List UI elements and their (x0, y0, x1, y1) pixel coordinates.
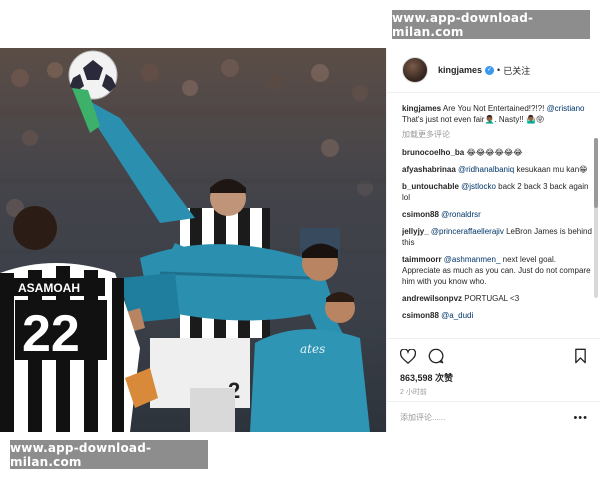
comment-username[interactable]: kingjames (402, 104, 441, 113)
comment-input[interactable] (400, 413, 574, 422)
list-item: b_untouchable @jstlocko back 2 back 3 ba… (402, 181, 592, 203)
avatar[interactable] (402, 57, 428, 83)
list-item: andrewilsonpvz PORTUGAL <3 (402, 293, 592, 304)
comment-username[interactable]: b_untouchable (402, 182, 459, 191)
bicycle-kick-illustration: 2 ates (0, 50, 386, 432)
post-photo[interactable]: 2 ates (0, 48, 386, 432)
bookmark-icon[interactable] (572, 348, 588, 364)
add-comment-bar: ••• (387, 401, 600, 433)
watermark-bottom: www.app-download-milan.com (10, 440, 208, 469)
comment-mention[interactable]: @ashmanmen_ (444, 255, 501, 264)
comment-text: PORTUGAL <3 (464, 294, 520, 303)
list-item: jellyjy_ @princeraffaellerajiv LeBron Ja… (402, 226, 592, 248)
post-timestamp: 2 小时前 (400, 389, 427, 396)
load-more-comments-link[interactable]: 加载更多评论 (402, 129, 592, 140)
comment-username[interactable]: brunocoelho_ba (402, 148, 464, 157)
heart-icon[interactable] (400, 348, 416, 364)
post-author-username[interactable]: kingjames (438, 65, 482, 75)
comments-scrollbar[interactable] (594, 138, 598, 298)
sponsor-text: ates (300, 342, 325, 356)
list-item: afyashabrinaa @ridhanalbaniq kesukaan mu… (402, 164, 592, 175)
follow-status-button[interactable]: 已关注 (503, 64, 530, 77)
action-icons-row (400, 347, 588, 365)
comment-text: kesukaan mu kan😁 (516, 165, 588, 174)
comment-username[interactable]: jellyjy_ (402, 227, 429, 236)
comment-username[interactable]: andrewilsonpvz (402, 294, 462, 303)
list-item: taimmoorr @ashmanmen_ next level goal. A… (402, 254, 592, 287)
comment-mention[interactable]: @a_dudi (441, 311, 473, 320)
list-item: csimon88 @a_dudi (402, 310, 592, 321)
comment-icon[interactable] (428, 348, 444, 364)
watermark-top: www.app-download-milan.com (392, 10, 590, 39)
comment-mention[interactable]: @ridhanalbaniq (458, 165, 514, 174)
header-separator: • (497, 65, 501, 75)
comment-username[interactable]: csimon88 (402, 311, 439, 320)
post-actions: 863,598 次赞 2 小时前 ••• (387, 338, 600, 432)
like-count[interactable]: 863,598 次赞 (400, 371, 588, 384)
comment-text: 😂😂😂😂😂😂 (466, 148, 523, 157)
more-options-icon[interactable]: ••• (573, 412, 588, 424)
player-back-number: 22 (22, 305, 80, 363)
verified-badge-icon: ✓ (485, 65, 495, 75)
comments-list[interactable]: kingjames Are You Not Entertained!?!?! @… (402, 103, 592, 335)
comment-username[interactable]: csimon88 (402, 210, 439, 219)
player-back-name: ASAMOAH (18, 281, 80, 295)
comment-mention[interactable]: @jstlocko (461, 182, 496, 191)
list-item: brunocoelho_ba 😂😂😂😂😂😂 (402, 147, 592, 158)
comment-mention[interactable]: @cristiano (547, 104, 585, 113)
comment-mention[interactable]: @princeraffaellerajiv (431, 227, 504, 236)
comment-mention[interactable]: @ronaldrsr (441, 210, 481, 219)
comment-username[interactable]: afyashabrinaa (402, 165, 456, 174)
comment-text: That's just not even fair🤦🏾‍♂️. Nasty!! … (402, 115, 545, 124)
post-header: kingjames ✓ • 已关注 (387, 48, 600, 93)
post-details-panel: kingjames ✓ • 已关注 kingjames Are You Not … (386, 48, 600, 432)
list-item: csimon88 @ronaldrsr (402, 209, 592, 220)
comment-text: Are You Not Entertained!?!?! (442, 104, 547, 113)
caption: kingjames Are You Not Entertained!?!?! @… (402, 103, 592, 125)
comment-username[interactable]: taimmoorr (402, 255, 442, 264)
scrollbar-thumb[interactable] (594, 138, 598, 208)
